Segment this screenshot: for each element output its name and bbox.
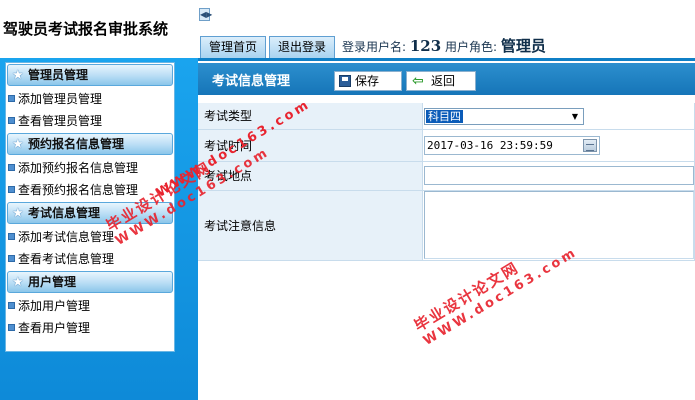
sidebar-item-label: 添加考试信息管理 bbox=[18, 230, 115, 244]
star-icon: ★ bbox=[12, 206, 24, 221]
exam-type-value: 科目四 bbox=[426, 109, 463, 123]
app-title: 驾驶员考试报名审批系统 bbox=[0, 0, 198, 58]
sidebar-item-label: 查看管理员管理 bbox=[18, 114, 103, 128]
sidebar-collapse-icon[interactable]: ◀▶ bbox=[199, 8, 212, 21]
sidebar-item-add-exam[interactable]: 添加考试信息管理 bbox=[6, 226, 174, 248]
sidebar-item-label: 添加管理员管理 bbox=[18, 92, 103, 106]
square-bullet-icon bbox=[8, 186, 15, 193]
return-button[interactable]: ⇦ 返回 bbox=[406, 71, 476, 91]
exam-time-cell: 2017-03-16 23:59:59 bbox=[422, 129, 695, 162]
sidebar-item-view-user[interactable]: 查看用户管理 bbox=[6, 317, 174, 339]
exam-notes-label: 考试注意信息 bbox=[198, 190, 423, 261]
sidebar: ★ 管理员管理 添加管理员管理 查看管理员管理 ★ 预约报名信息管理 添加预约报… bbox=[0, 58, 198, 400]
sidebar-group-user[interactable]: ★ 用户管理 bbox=[7, 271, 173, 293]
sidebar-item-label: 添加用户管理 bbox=[18, 299, 91, 313]
exam-type-select[interactable]: 科目四 ▼ bbox=[424, 107, 584, 125]
login-user-value: 123 bbox=[409, 37, 442, 55]
exam-notes-cell bbox=[422, 190, 695, 261]
calendar-icon[interactable] bbox=[583, 138, 597, 152]
sidebar-group-reservation[interactable]: ★ 预约报名信息管理 bbox=[7, 133, 173, 155]
star-icon: ★ bbox=[12, 275, 24, 290]
sidebar-group-admin[interactable]: ★ 管理员管理 bbox=[7, 64, 173, 86]
square-bullet-icon bbox=[8, 233, 15, 240]
sidebar-item-view-reservation[interactable]: 查看预约报名信息管理 bbox=[6, 179, 174, 201]
sidebar-menu: ★ 管理员管理 添加管理员管理 查看管理员管理 ★ 预约报名信息管理 添加预约报… bbox=[5, 62, 175, 352]
square-bullet-icon bbox=[8, 164, 15, 171]
sidebar-item-view-exam[interactable]: 查看考试信息管理 bbox=[6, 248, 174, 270]
sidebar-group-title: 管理员管理 bbox=[28, 68, 89, 82]
top-bar: 管理首页 退出登录 登录用户名: 123 用户角色: 管理员 bbox=[198, 30, 695, 58]
return-button-label: 返回 bbox=[431, 74, 456, 88]
save-button-label: 保存 bbox=[355, 74, 380, 88]
star-icon: ★ bbox=[12, 137, 24, 152]
home-button[interactable]: 管理首页 bbox=[200, 36, 266, 58]
login-info: 登录用户名: 123 用户角色: 管理员 bbox=[342, 34, 546, 58]
sidebar-item-view-admin[interactable]: 查看管理员管理 bbox=[6, 110, 174, 132]
square-bullet-icon bbox=[8, 302, 15, 309]
sidebar-item-label: 查看用户管理 bbox=[18, 321, 91, 335]
sidebar-group-title: 预约报名信息管理 bbox=[28, 137, 125, 151]
dropdown-arrow-icon[interactable]: ▼ bbox=[567, 108, 583, 124]
sidebar-item-add-admin[interactable]: 添加管理员管理 bbox=[6, 88, 174, 110]
exam-notes-textarea[interactable] bbox=[424, 191, 694, 259]
square-bullet-icon bbox=[8, 255, 15, 262]
main-content: 考试信息管理 保存 ⇦ 返回 考试类型 科目四 ▼ 考试时间 2017-03-1… bbox=[198, 58, 695, 400]
sidebar-group-exam[interactable]: ★ 考试信息管理 bbox=[7, 202, 173, 224]
sidebar-item-label: 查看预约报名信息管理 bbox=[18, 183, 139, 197]
section-title: 考试信息管理 bbox=[212, 74, 291, 89]
star-icon: ★ bbox=[12, 68, 24, 83]
save-button[interactable]: 保存 bbox=[334, 71, 402, 91]
exam-location-input[interactable] bbox=[424, 166, 694, 185]
exam-time-value: 2017-03-16 23:59:59 bbox=[427, 138, 553, 152]
exam-type-cell: 科目四 ▼ bbox=[422, 103, 695, 130]
sidebar-item-add-user[interactable]: 添加用户管理 bbox=[6, 295, 174, 317]
exam-time-input[interactable]: 2017-03-16 23:59:59 bbox=[424, 135, 600, 155]
role-value: 管理员 bbox=[500, 37, 546, 55]
square-bullet-icon bbox=[8, 324, 15, 331]
exam-location-label: 考试地点 bbox=[198, 161, 423, 191]
exam-location-cell bbox=[422, 161, 695, 191]
sidebar-item-label: 添加预约报名信息管理 bbox=[18, 161, 139, 175]
login-user-label: 登录用户名: bbox=[342, 40, 407, 54]
sidebar-item-add-reservation[interactable]: 添加预约报名信息管理 bbox=[6, 157, 174, 179]
save-icon bbox=[339, 75, 351, 87]
section-header: 考试信息管理 保存 ⇦ 返回 bbox=[198, 63, 695, 95]
logout-button[interactable]: 退出登录 bbox=[269, 36, 335, 58]
square-bullet-icon bbox=[8, 95, 15, 102]
sidebar-group-title: 用户管理 bbox=[28, 275, 77, 289]
role-label: 用户角色: bbox=[445, 40, 498, 54]
sidebar-item-label: 查看考试信息管理 bbox=[18, 252, 115, 266]
back-arrow-icon: ⇦ bbox=[412, 73, 424, 89]
square-bullet-icon bbox=[8, 117, 15, 124]
sidebar-group-title: 考试信息管理 bbox=[28, 206, 101, 220]
